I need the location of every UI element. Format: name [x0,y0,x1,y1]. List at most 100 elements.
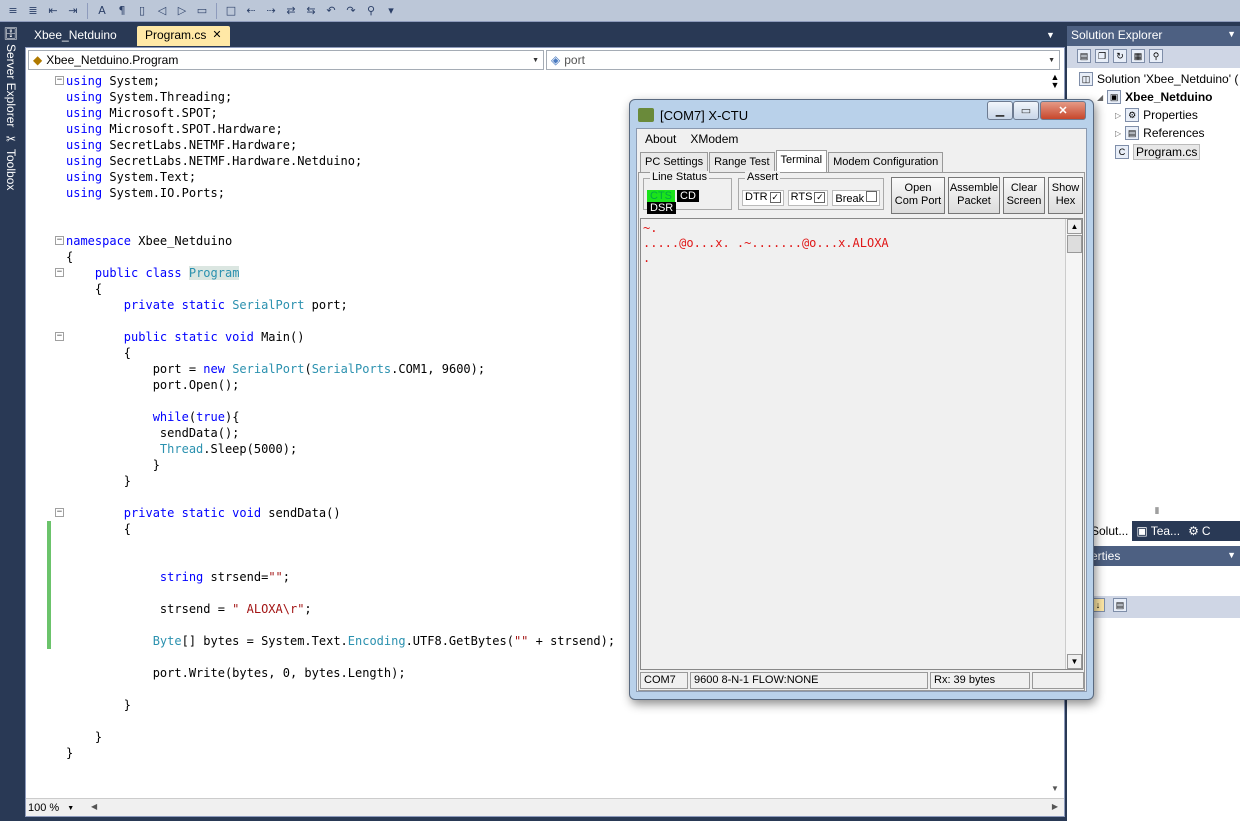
scroll-thumb[interactable] [1067,235,1082,253]
left-tool-rail: 🗄 Server Explorer ✂ Toolbox [0,22,22,821]
clear-screen-button[interactable]: Clear Screen [1003,177,1045,214]
type-combo[interactable]: ◆ Xbee_Netduino.Program ▼ [28,50,544,70]
terminal-output[interactable]: ~. .....@o...x. .~.......@o...x.ALOXA. ▲ … [640,218,1083,670]
button-label: Show [1051,182,1080,194]
maximize-button[interactable]: ▭ [1013,101,1039,120]
panel-title: Solution Explorer [1071,28,1163,42]
terminal-scrollbar[interactable]: ▲ ▼ [1065,219,1082,669]
next-bookmark-icon[interactable]: ▷ [173,3,191,19]
tab-team[interactable]: ▣ Tea... [1132,521,1184,541]
scroll-down-icon[interactable]: ▼ [1067,654,1082,669]
xctu-titlebar[interactable]: [COM7] X-CTU [638,104,748,126]
code-token: Program [188,266,240,280]
comment-icon[interactable]: ≡ [4,3,22,19]
code-token: System.Text; [102,170,197,184]
tab-dropdown-icon[interactable]: ▼ [1046,30,1055,40]
zoom-combo[interactable]: 100 % ▼ [28,801,86,815]
xctu-menubar: About XModem [637,129,1086,149]
code-token: [] bytes = System.Text. [181,634,348,648]
assert-rts-checkbox[interactable]: RTS ✓ [787,190,829,206]
member-combo[interactable]: ◈ port ▼ [546,50,1060,70]
overflow-icon[interactable]: ▾ [382,3,400,19]
scroll-left-icon[interactable]: ◀ [91,802,97,811]
close-tab-icon[interactable]: ✕ [212,28,221,44]
scroll-right-icon[interactable]: ▶ [1052,802,1058,811]
indent-icon[interactable]: ⇥ [64,3,82,19]
tab-pc-settings[interactable]: PC Settings [640,152,709,172]
tab-modem-configuration[interactable]: Modem Configuration [828,152,944,172]
tree-item[interactable]: ◫ Solution 'Xbee_Netduino' ( [1079,72,1238,86]
expanded-icon[interactable]: ◢ [1097,93,1103,102]
server-explorer-label: Server Explorer [4,44,18,128]
split-icon[interactable]: ▲ ▼ [1048,73,1062,90]
show-hex-button[interactable]: Show Hex [1048,177,1083,214]
window-icon[interactable]: □ [222,3,240,19]
outdent-icon[interactable]: ⇤ [44,3,62,19]
tab-xbee-netduino[interactable]: Xbee_Netduino [26,26,125,46]
forward-icon[interactable]: ⇢ [262,3,280,19]
minimize-button[interactable]: ▁ [987,101,1013,120]
checked-icon: ✓ [769,192,781,203]
menu-xmodem[interactable]: XModem [690,132,738,146]
property-pages-icon[interactable]: ▤ [1113,598,1127,612]
horizontal-scrollbar[interactable]: 100 % ▼ ◀ ▶ [26,798,1064,816]
main-toolbar: ≡ ≣ ⇤ ⇥ A ¶ ▯ ◁ ▷ ▭ □ ⇠ ⇢ ⇄ ⇆ ↶ ↷ ⚲ ▾ [0,0,1240,22]
tab-class[interactable]: ⚙ C [1184,521,1214,541]
splitter-grip[interactable]: ⦀ [1155,506,1159,517]
chevron-down-icon[interactable]: ▼ [1227,550,1236,560]
collapse-icon[interactable]: − [55,76,64,85]
status-empty [1032,672,1084,689]
tree-item[interactable]: ▷ ⚙ Properties [1115,108,1198,122]
assemble-packet-button[interactable]: Assemble Packet [948,177,1000,214]
button-label: Clear [1010,182,1038,194]
led-cd: CD [677,190,699,202]
font-icon[interactable]: A [93,3,111,19]
tab-label: C [1201,524,1211,538]
redo-icon[interactable]: ↷ [342,3,360,19]
code-token: while [152,410,189,424]
close-button[interactable]: ✕ [1040,101,1086,120]
back-icon[interactable]: ⇠ [242,3,260,19]
format-icon[interactable]: ¶ [113,3,131,19]
chevron-down-icon[interactable]: ▼ [1227,29,1236,39]
properties-icon[interactable]: ▤ [1077,49,1091,63]
toolbox-tab[interactable]: ✂ Toolbox [2,132,20,190]
open-com-port-button[interactable]: Open Com Port [891,177,945,214]
view-code-icon[interactable]: ▦ [1131,49,1145,63]
refresh-icon[interactable]: ↻ [1113,49,1127,63]
class-view-icon: ⚙ [1188,524,1199,538]
collapse-icon[interactable]: − [55,236,64,245]
code-token: using [66,122,103,136]
nav-icon[interactable]: ⇄ [282,3,300,19]
undo-icon[interactable]: ↶ [322,3,340,19]
tree-item[interactable]: ▷ ▤ References [1115,126,1205,140]
collapse-icon[interactable]: − [55,508,64,517]
find-icon[interactable]: ⚲ [362,3,380,19]
csharp-file-icon: C [1115,145,1129,159]
collapse-icon[interactable]: − [55,268,64,277]
nav2-icon[interactable]: ⇆ [302,3,320,19]
tree-item[interactable]: ◢ ▣ Xbee_Netduino [1097,90,1213,104]
code-token: Xbee_Netduino [131,234,233,248]
collapse-icon[interactable]: − [55,332,64,341]
bookmark-icon[interactable]: ▯ [133,3,151,19]
tree-item[interactable]: C Program.cs [1115,144,1201,160]
expand-icon[interactable]: ▷ [1115,129,1121,138]
uncomment-icon[interactable]: ≣ [24,3,42,19]
show-all-files-icon[interactable]: ❐ [1095,49,1109,63]
assert-break-checkbox[interactable]: Break [832,190,881,206]
code-token: Thread [159,442,204,456]
tab-terminal[interactable]: Terminal [775,150,828,172]
scroll-down-icon[interactable]: ▼ [1048,784,1062,793]
tab-program-cs[interactable]: Program.cs ✕ [137,26,230,46]
class-diagram-icon[interactable]: ⚲ [1149,49,1163,63]
code-token: } [66,474,132,488]
prev-bookmark-icon[interactable]: ◁ [153,3,171,19]
tab-range-test[interactable]: Range Test [709,152,775,172]
assert-dtr-checkbox[interactable]: DTR ✓ [742,190,784,206]
expand-icon[interactable]: ▷ [1115,111,1121,120]
clear-bookmark-icon[interactable]: ▭ [193,3,211,19]
menu-about[interactable]: About [645,132,676,146]
server-explorer-tab[interactable]: 🗄 Server Explorer [2,26,20,128]
scroll-up-icon[interactable]: ▲ [1067,219,1082,234]
